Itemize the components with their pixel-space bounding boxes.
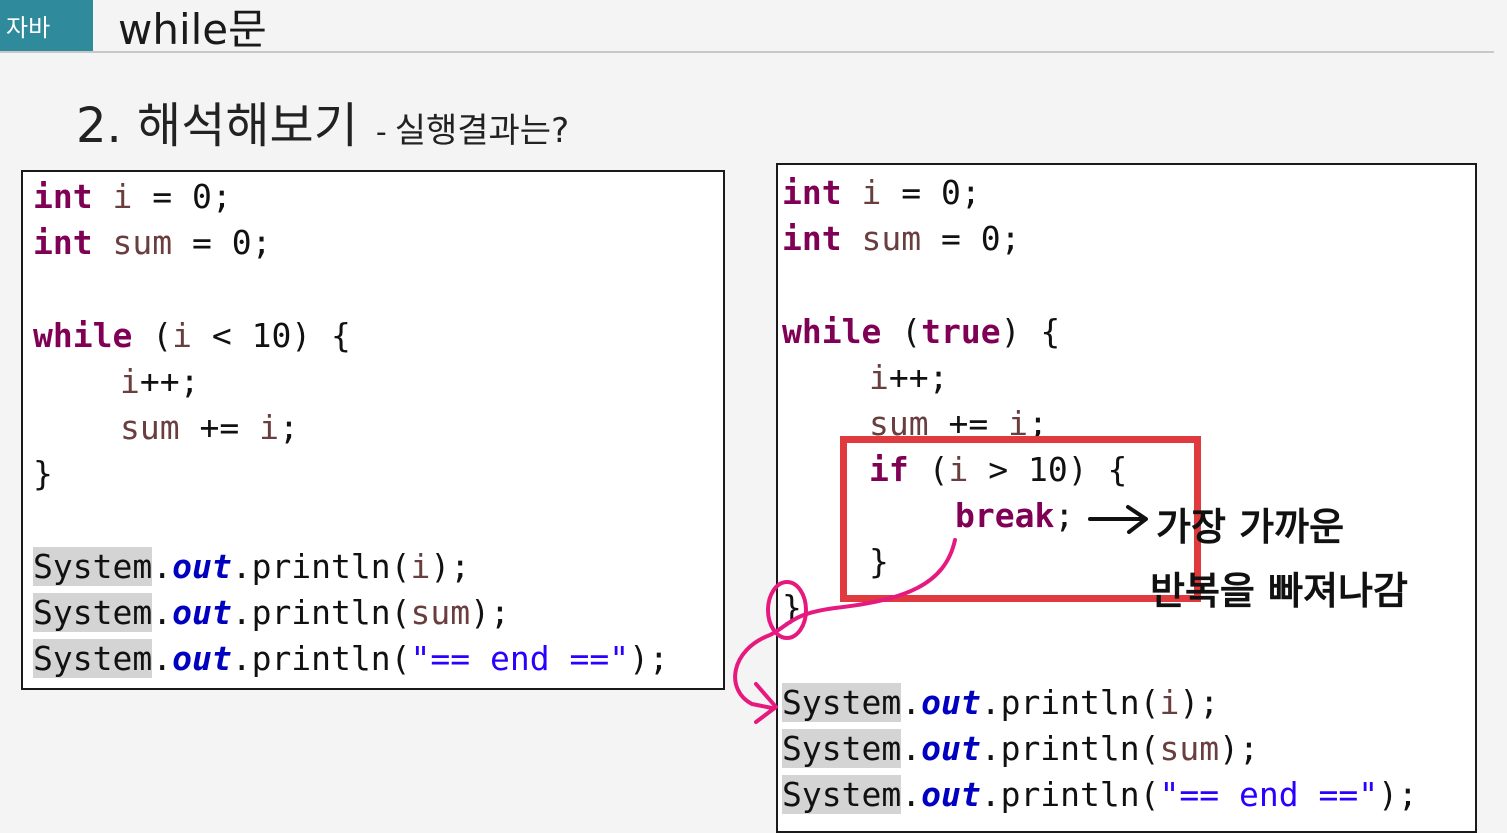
annotation-line-2: 반복을 빠져나감	[1150, 569, 1408, 613]
exit-loop-arrow-icon	[733, 538, 957, 724]
annotation-line-1: 가장 가까운	[1156, 505, 1345, 549]
arrow-right-icon	[1088, 505, 1148, 534]
pen-annotation-layer	[733, 505, 1148, 724]
